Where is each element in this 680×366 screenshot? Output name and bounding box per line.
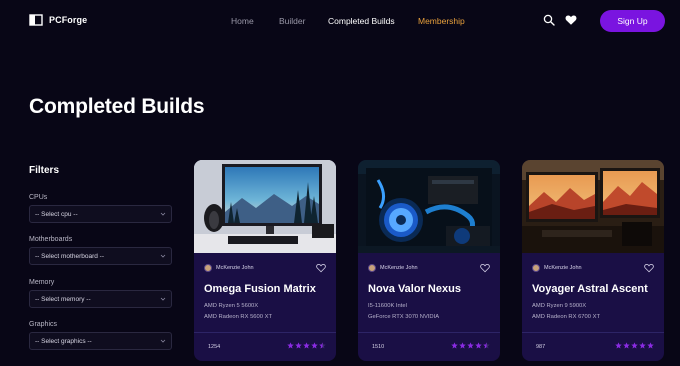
build-card[interactable]: McKenzie John Nova Valor Nexus I5-11600K… [358,160,500,361]
graphics-select[interactable]: -- Select graphics -- [29,332,172,350]
divider [522,332,664,333]
build-name[interactable]: Voyager Astral Ascent [532,283,648,295]
star-icon [459,342,466,349]
build-count: 1254 [208,344,221,350]
author-name: McKenzie John [544,265,582,271]
star-icon [303,342,310,349]
card-author[interactable]: McKenzie John [368,264,418,272]
build-spec-gpu: AMD Radeon RX 6700 XT [532,314,600,320]
rating-stars [451,342,490,349]
page-title: Completed Builds [29,95,205,118]
build-spec-gpu: GeForce RTX 3070 NVIDIA [368,314,440,320]
build-name[interactable]: Nova Valor Nexus [368,283,461,295]
avatar [204,264,212,272]
chevron-down-icon [160,339,166,343]
sign-up-button[interactable]: Sign Up [600,10,665,32]
divider [194,332,336,333]
brand-logo[interactable]: PCForge [29,13,87,27]
rating-stars [615,342,654,349]
filter-cpu: CPUs -- Select cpu -- [29,194,172,223]
nav-link-membership[interactable]: Membership [418,16,465,26]
author-name: McKenzie John [216,265,254,271]
avatar [532,264,540,272]
filter-graphics: Graphics -- Select graphics -- [29,321,172,350]
filter-label-motherboard: Motherboards [29,236,73,243]
card-author[interactable]: McKenzie John [532,264,582,272]
filter-label-memory: Memory [29,279,55,286]
star-icon [631,342,638,349]
divider [358,332,500,333]
graphics-select-value: -- Select graphics -- [35,337,92,345]
filter-motherboard: Motherboards -- Select motherboard -- [29,236,172,265]
filters-title: Filters [29,165,60,176]
rating-stars [287,342,326,349]
star-icon [295,342,302,349]
nav-link-home[interactable]: Home [231,16,254,26]
build-card[interactable]: McKenzie John Omega Fusion Matrix AMD Ry… [194,160,336,361]
cpu-select-value: -- Select cpu -- [35,210,78,218]
star-icon [451,342,458,349]
top-navbar: PCForge Home Builder Completed Builds Me… [0,0,680,42]
filter-label-cpu: CPUs [29,194,48,201]
nav-link-completed-builds[interactable]: Completed Builds [328,16,395,26]
cpu-select[interactable]: -- Select cpu -- [29,205,172,223]
heart-icon[interactable] [316,263,326,273]
motherboard-select[interactable]: -- Select motherboard -- [29,247,172,265]
build-image [522,160,664,253]
chevron-down-icon [160,254,166,258]
filters-panel: Filters CPUs -- Select cpu -- Motherboar… [29,165,172,350]
chevron-down-icon [160,297,166,301]
author-name: McKenzie John [380,265,418,271]
build-card[interactable]: McKenzie John Voyager Astral Ascent AMD … [522,160,664,361]
build-count: 987 [536,344,546,350]
brand-name: PCForge [49,15,88,25]
star-half-icon [483,342,490,349]
memory-select[interactable]: -- Select memory -- [29,290,172,308]
build-image [358,160,500,253]
card-author[interactable]: McKenzie John [204,264,254,272]
build-count: 1510 [372,344,385,350]
filter-memory: Memory -- Select memory -- [29,279,172,308]
build-spec-gpu: AMD Radeon RX 5600 XT [204,314,272,320]
star-icon [615,342,622,349]
nav-link-builder[interactable]: Builder [279,16,305,26]
build-spec-cpu: AMD Ryzen 5 5600X [204,303,259,309]
logo-icon [29,14,43,26]
memory-select-value: -- Select memory -- [35,295,91,303]
star-icon [647,342,654,349]
star-icon [311,342,318,349]
motherboard-select-value: -- Select motherboard -- [35,252,104,260]
star-icon [639,342,646,349]
build-name[interactable]: Omega Fusion Matrix [204,283,316,295]
search-icon[interactable] [543,14,555,26]
heart-icon[interactable] [480,263,490,273]
avatar [368,264,376,272]
filter-label-graphics: Graphics [29,321,58,328]
star-half-icon [319,342,326,349]
heart-icon[interactable] [565,14,577,26]
build-spec-cpu: I5-11600K Intel [368,303,407,309]
build-spec-cpu: AMD Ryzen 9 5900X [532,303,587,309]
star-icon [623,342,630,349]
heart-icon[interactable] [644,263,654,273]
chevron-down-icon [160,212,166,216]
build-image [194,160,336,253]
star-icon [467,342,474,349]
star-icon [475,342,482,349]
star-icon [287,342,294,349]
